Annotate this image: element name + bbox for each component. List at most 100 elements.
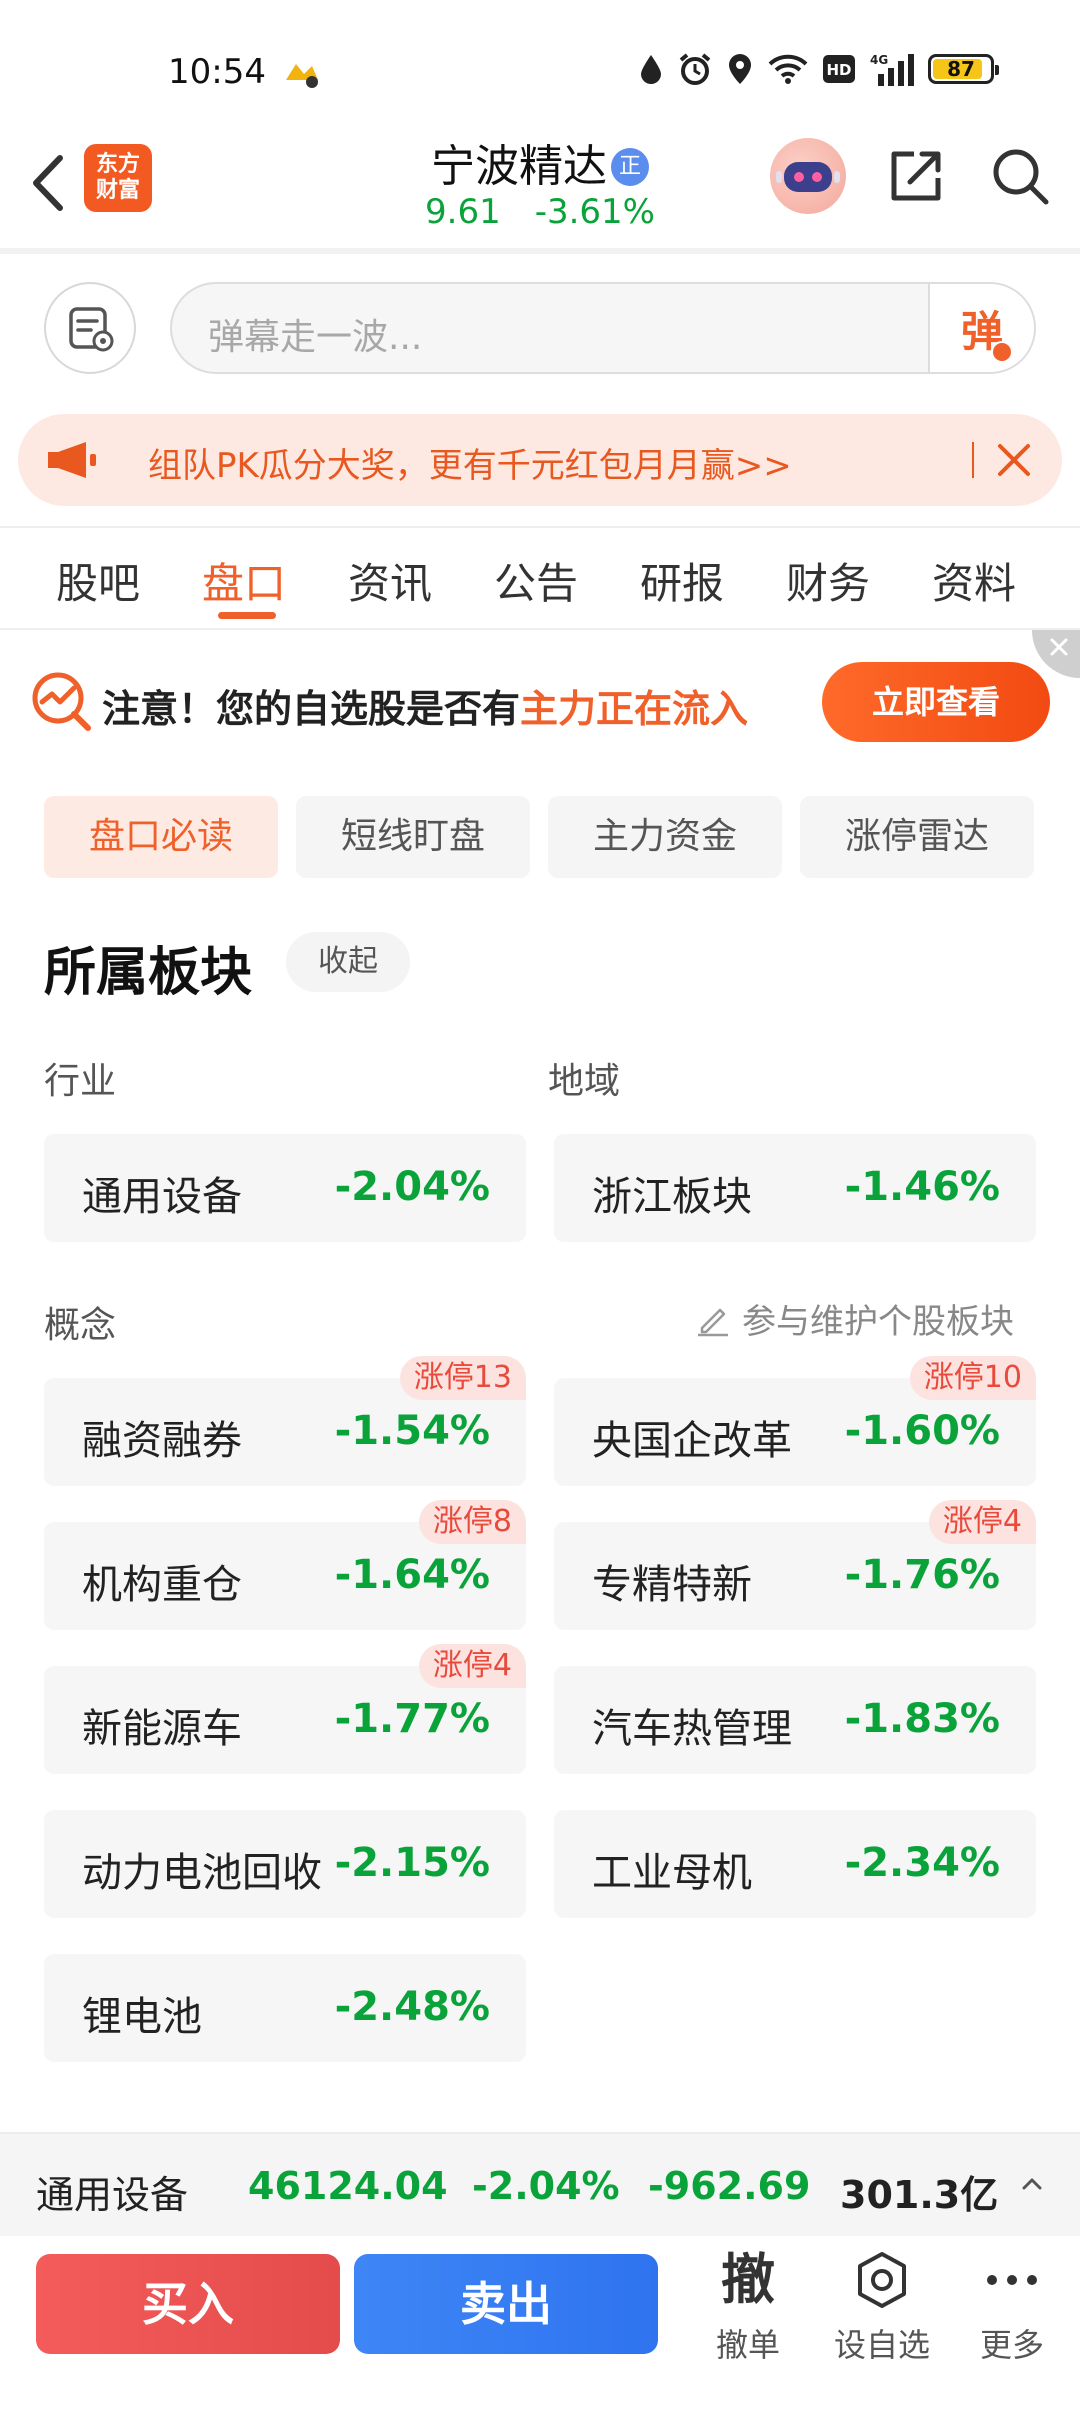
- pankou-subtabs: 盘口必读 短线盯盘 主力资金 涨停雷达: [44, 796, 1036, 878]
- edit-icon: [698, 1308, 728, 1336]
- concept-card[interactable]: 涨停8 机构重仓 -1.64%: [44, 1500, 526, 1630]
- limit-up-badge: 涨停8: [418, 1500, 526, 1544]
- wifi-icon: [768, 54, 808, 84]
- battery-icon: 87: [928, 54, 999, 84]
- main-tabs: 股吧 盘口 资讯 公告 研报 财务 资料: [0, 526, 1080, 630]
- tab-pankou[interactable]: 盘口: [202, 550, 286, 611]
- megaphone-icon: [48, 442, 96, 478]
- alarm-icon: [679, 53, 711, 85]
- tab-news[interactable]: 资讯: [348, 550, 432, 611]
- more-dots-icon: [987, 2275, 1037, 2285]
- more-button[interactable]: 更多: [952, 2248, 1072, 2368]
- ticker-name: 通用设备: [36, 2173, 189, 2217]
- industry-label: 行业: [44, 1061, 117, 1102]
- sector-name: 新能源车: [82, 1706, 242, 1752]
- ticker-change-pct: -2.04%: [472, 2164, 620, 2208]
- sector-name: 央国企改革: [592, 1418, 792, 1464]
- close-icon: [1050, 638, 1068, 656]
- tab-finance[interactable]: 财务: [786, 550, 870, 611]
- limit-up-badge: 涨停4: [928, 1500, 1036, 1544]
- concept-card[interactable]: 涨停4 新能源车 -1.77%: [44, 1644, 526, 1774]
- sector-name: 浙江板块: [592, 1174, 752, 1220]
- gear-icon: [858, 2252, 906, 2308]
- collapse-button[interactable]: 收起: [286, 932, 410, 992]
- concept-card[interactable]: 动力电池回收 -2.15%: [44, 1810, 526, 1918]
- ticker-turnover: 301.3亿: [840, 2173, 999, 2217]
- header-divider: [0, 248, 1080, 254]
- sector-name: 通用设备: [82, 1174, 242, 1220]
- danmu-settings-icon: [69, 307, 114, 352]
- notice-text: 注意！您的自选股是否有主力正在流入: [102, 678, 748, 733]
- sector-name: 机构重仓: [82, 1562, 242, 1608]
- sector-change: -1.54%: [334, 1408, 490, 1454]
- add-watchlist-label: 设自选: [833, 2326, 930, 2364]
- maintain-sector-link[interactable]: 参与维护个股板块: [694, 1294, 1014, 1343]
- notice-close-button[interactable]: [1032, 630, 1080, 678]
- sector-change: -1.83%: [844, 1696, 1000, 1742]
- subtab-main-funds[interactable]: 主力资金: [548, 796, 782, 878]
- ticker-change: -962.69: [648, 2164, 811, 2208]
- status-icons: HD 4G 87: [638, 52, 999, 86]
- concept-card[interactable]: 涨停4 专精特新 -1.76%: [554, 1500, 1036, 1630]
- add-watchlist-button[interactable]: 设自选: [822, 2248, 942, 2368]
- promo-banner[interactable]: 组队PK瓜分大奖，更有千元红包月月赢>>: [18, 414, 1062, 506]
- concept-card[interactable]: 涨停13 融资融券 -1.54%: [44, 1356, 526, 1486]
- svg-text:HD: HD: [826, 61, 851, 79]
- limit-up-badge: 涨停13: [399, 1356, 526, 1400]
- buy-button[interactable]: 买入: [36, 2254, 340, 2354]
- limit-up-badge: 涨停10: [909, 1356, 1036, 1400]
- cancel-order-button[interactable]: 撤 撤单: [688, 2248, 808, 2368]
- verified-badge-icon: 正: [611, 148, 649, 186]
- danmu-settings-button[interactable]: [44, 282, 136, 374]
- concept-card[interactable]: 涨停10 央国企改革 -1.60%: [554, 1356, 1036, 1486]
- sector-name: 工业母机: [592, 1850, 752, 1896]
- view-now-button[interactable]: 立即查看: [822, 662, 1050, 742]
- tab-research[interactable]: 研报: [640, 550, 724, 611]
- trade-action-bar: 买入 卖出 撤 撤单 设自选 更多: [0, 2236, 1080, 2412]
- notice-highlight: 主力正在流入: [520, 687, 749, 731]
- danmu-placeholder: 弹幕走一波...: [208, 317, 423, 358]
- sector-change: -1.46%: [844, 1164, 1000, 1210]
- share-icon[interactable]: [884, 144, 948, 208]
- sector-change: -2.34%: [844, 1840, 1000, 1886]
- sector-name: 专精特新: [592, 1562, 752, 1608]
- do-not-disturb-icon: [641, 55, 661, 84]
- sector-change: -2.04%: [334, 1164, 490, 1210]
- concept-card[interactable]: 汽车热管理 -1.83%: [554, 1666, 1036, 1774]
- hd-icon: HD: [823, 55, 855, 83]
- subtab-must-read[interactable]: 盘口必读: [44, 796, 278, 878]
- search-icon[interactable]: [988, 144, 1052, 208]
- concept-card[interactable]: 锂电池 -2.48%: [44, 1954, 526, 2062]
- sector-name: 汽车热管理: [592, 1706, 792, 1752]
- sell-button[interactable]: 卖出: [354, 2254, 658, 2354]
- subtab-short-term[interactable]: 短线盯盘: [296, 796, 530, 878]
- danmu-send-label: 弹: [961, 298, 1013, 363]
- cancel-order-icon: 撤: [721, 2248, 775, 2311]
- sector-name: 融资融券: [82, 1418, 242, 1464]
- ai-assistant-icon[interactable]: [770, 138, 846, 214]
- sector-change: -2.48%: [334, 1984, 490, 2030]
- concept-label: 概念: [44, 1305, 117, 1346]
- subtab-limit-up-radar[interactable]: 涨停雷达: [800, 796, 1034, 878]
- more-label: 更多: [979, 2326, 1044, 2364]
- sector-name: 动力电池回收: [82, 1850, 322, 1896]
- industry-card[interactable]: 通用设备 -2.04%: [44, 1134, 526, 1242]
- chevron-up-icon[interactable]: [1018, 2170, 1046, 2198]
- close-icon[interactable]: [990, 436, 1038, 484]
- danmu-input[interactable]: 弹幕走一波... 弹: [170, 282, 1036, 374]
- stock-name: 宁波精达: [431, 141, 607, 192]
- danmu-send-button[interactable]: 弹: [928, 284, 1034, 372]
- tab-profile[interactable]: 资料: [932, 550, 1016, 611]
- active-tab-indicator: [218, 612, 276, 619]
- sector-change: -1.77%: [334, 1696, 490, 1742]
- sector-ticker[interactable]: 通用设备 46124.04 -2.04% -962.69 301.3亿: [0, 2132, 1080, 2236]
- danmu-row: 弹幕走一波... 弹: [0, 280, 1080, 376]
- sector-change: -1.60%: [844, 1408, 1000, 1454]
- maintain-link-text: 参与维护个股板块: [742, 1302, 1014, 1342]
- tab-announcements[interactable]: 公告: [494, 550, 578, 611]
- stock-price: 9.61: [425, 192, 501, 232]
- ticker-index: 46124.04: [248, 2164, 448, 2208]
- region-card[interactable]: 浙江板块 -1.46%: [554, 1134, 1036, 1242]
- tab-guba[interactable]: 股吧: [56, 550, 140, 611]
- concept-card[interactable]: 工业母机 -2.34%: [554, 1810, 1036, 1918]
